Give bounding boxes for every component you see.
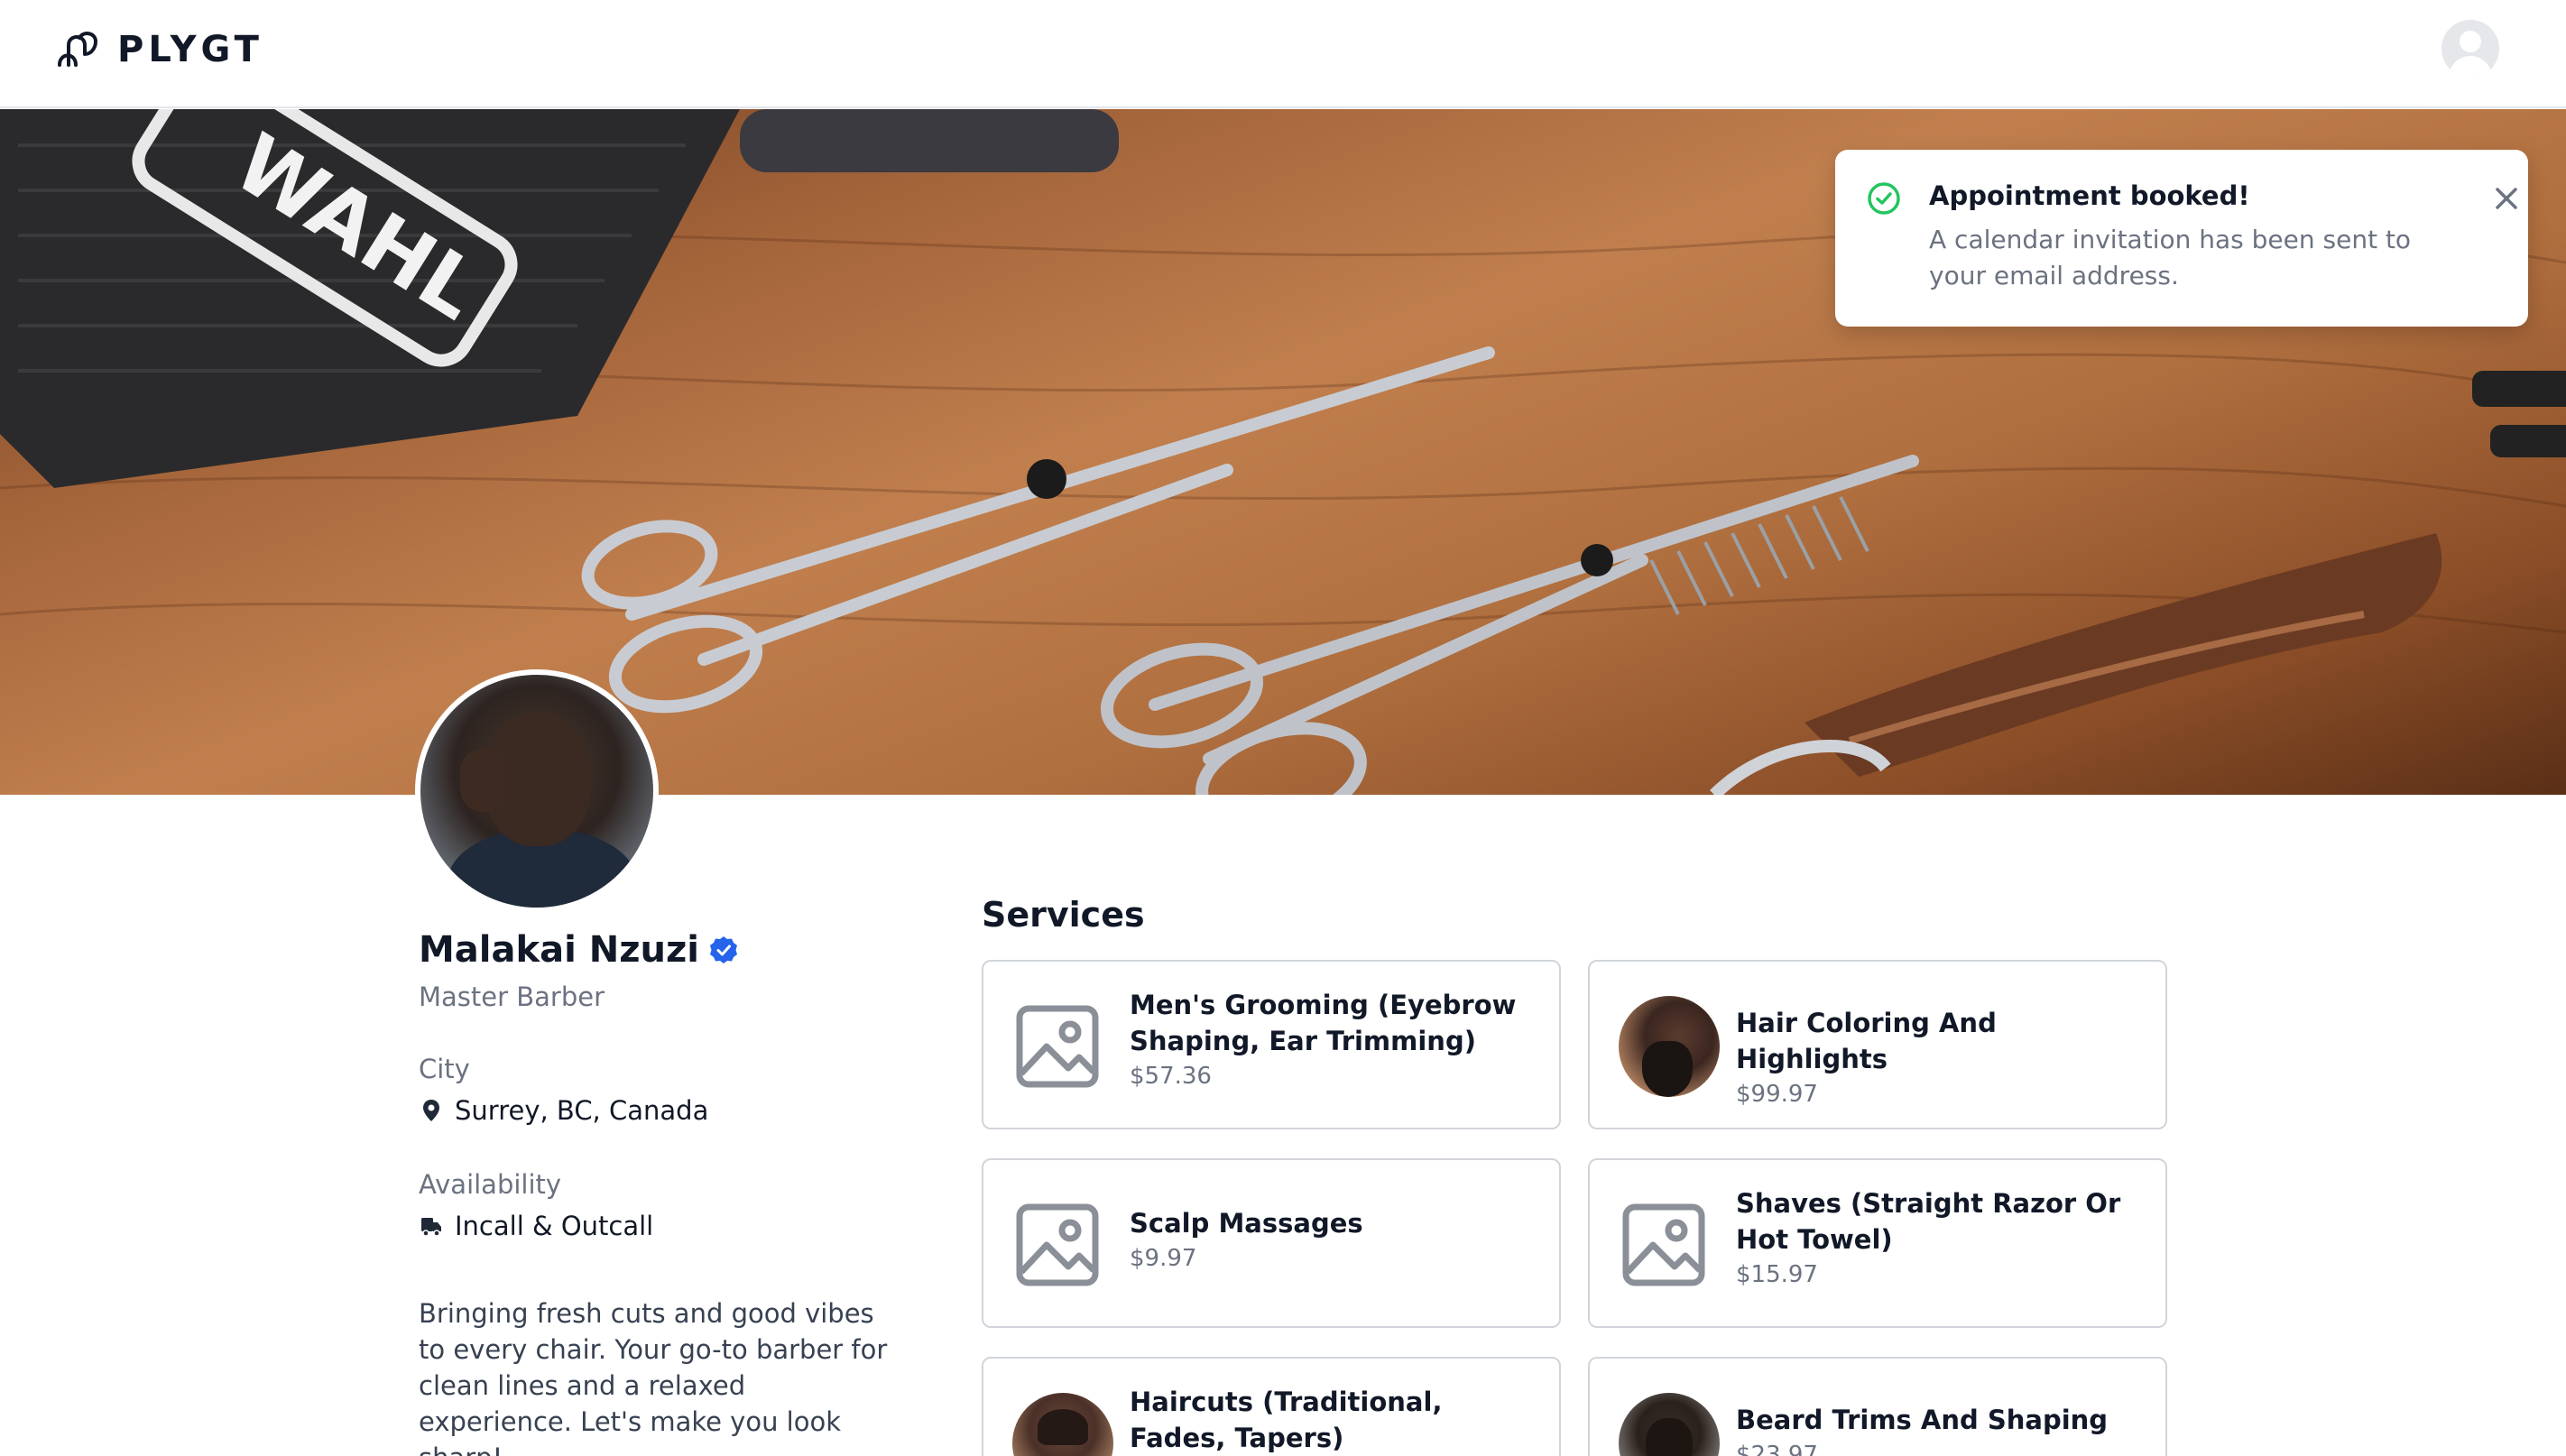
top-navigation-bar: PLYGT — [0, 0, 2566, 108]
service-photo — [1012, 1393, 1113, 1456]
service-name: Scalp Massages — [1130, 1208, 1363, 1239]
service-card[interactable]: Haircuts (Traditional, Fades, Tapers) — [982, 1357, 1561, 1456]
city-row: Surrey, BC, Canada — [419, 1095, 708, 1126]
service-price: $57.36 — [1130, 1063, 1212, 1090]
profile-title: Master Barber — [419, 981, 605, 1012]
service-name: Hair Coloring And Highlights — [1736, 1008, 1997, 1074]
service-price: $23.97 — [1736, 1442, 1818, 1456]
image-placeholder-icon — [1016, 1203, 1099, 1286]
city-value: Surrey, BC, Canada — [455, 1095, 709, 1126]
user-avatar-button[interactable] — [2441, 20, 2499, 78]
toast-message: A calendar invitation has been sent to y… — [1929, 225, 2412, 290]
availability-label: Availability — [419, 1169, 562, 1200]
profile-name: Malakai Nzuzi — [419, 929, 699, 971]
service-photo — [1619, 996, 1720, 1097]
check-circle-icon — [1868, 182, 1900, 215]
image-placeholder-icon — [1016, 1005, 1099, 1088]
service-name: Shaves (Straight Razor Or Hot Towel) — [1736, 1188, 2121, 1255]
service-price: $15.97 — [1736, 1261, 1818, 1288]
booking-success-toast: Appointment booked! A calendar invitatio… — [1835, 150, 2528, 327]
truck-home-icon — [421, 1218, 441, 1237]
profile-bio: Bringing fresh cuts and good vibes to ev… — [419, 1298, 888, 1456]
city-label: City — [419, 1054, 470, 1084]
location-pin-icon — [423, 1100, 439, 1121]
profile-name-row: Malakai Nzuzi — [419, 929, 739, 971]
availability-row: Incall & Outcall — [419, 1211, 653, 1241]
availability-value: Incall & Outcall — [455, 1211, 654, 1241]
service-price: $9.97 — [1130, 1245, 1197, 1272]
image-placeholder-icon — [1622, 1203, 1705, 1286]
services-heading: Services — [982, 895, 1145, 935]
brand-name: PLYGT — [117, 29, 263, 70]
service-card[interactable]: Scalp Massages $9.97 — [982, 1158, 1561, 1328]
toast-title: Appointment booked! — [1929, 180, 2250, 211]
verified-badge-icon — [709, 936, 737, 963]
service-photo — [1619, 1393, 1720, 1456]
close-icon[interactable] — [2492, 184, 2521, 213]
service-card[interactable]: Men's Grooming (Eyebrow Shaping, Ear Tri… — [982, 960, 1561, 1129]
service-name: Beard Trims And Shaping — [1736, 1405, 2109, 1435]
service-price: $99.97 — [1736, 1081, 1818, 1108]
service-name: Men's Grooming (Eyebrow Shaping, Ear Tri… — [1130, 990, 1517, 1056]
brand-logo[interactable]: PLYGT — [56, 25, 263, 74]
plygt-logo-icon — [58, 32, 98, 67]
service-card[interactable]: Beard Trims And Shaping $23.97 — [1588, 1357, 2167, 1456]
service-name: Haircuts (Traditional, Fades, Tapers) — [1130, 1387, 1443, 1453]
service-card[interactable]: Hair Coloring And Highlights $99.97 — [1588, 960, 2167, 1129]
service-card[interactable]: Shaves (Straight Razor Or Hot Towel) $15… — [1588, 1158, 2167, 1328]
barber-avatar — [415, 669, 659, 913]
